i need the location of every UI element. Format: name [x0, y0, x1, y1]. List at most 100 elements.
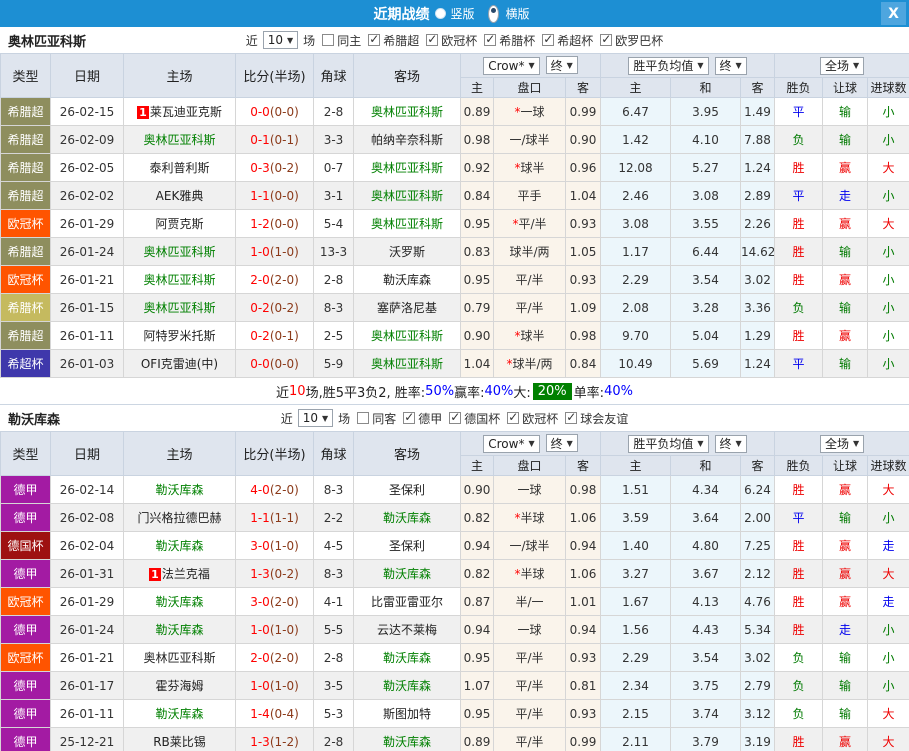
horizontal-layout-radio[interactable] [487, 4, 499, 23]
match-date: 26-02-09 [50, 125, 124, 154]
handicap-result-cell: 赢 [822, 475, 869, 504]
avg-loss-odds: 1.24 [740, 349, 776, 378]
match-date: 26-02-14 [50, 475, 124, 504]
match-row: 德甲 26-01-17 霍芬海姆 1-0(1-0) 3-5 勒沃库森 1.07 … [0, 671, 909, 700]
scope-select[interactable]: 全场 ▼ [819, 56, 865, 75]
avg-draw-odds: 6.44 [670, 237, 742, 266]
goals-result-cell: 小 [867, 181, 909, 210]
league-checkbox[interactable] [403, 410, 416, 424]
league-checkbox[interactable] [449, 410, 462, 424]
home-odds: 0.84 [460, 181, 494, 210]
team-name: 云达不莱梅 [376, 623, 437, 637]
handicap-result-cell: 输 [822, 97, 869, 126]
avg-win-odds: 1.56 [600, 615, 672, 644]
handicap-result-cell: 赢 [822, 265, 869, 294]
team-name: 奥林匹亚科斯 [143, 245, 216, 259]
home-team-cell: 奥林匹亚科斯 [123, 643, 236, 672]
same-venue-checkbox[interactable] [322, 34, 335, 46]
league-checkbox[interactable] [426, 32, 439, 46]
result-cell: 胜 [774, 265, 824, 294]
away-team-cell: 奥林匹亚科斯 [353, 321, 461, 350]
away-team-cell: 云达不莱梅 [353, 615, 461, 644]
avg-loss-odds: 2.12 [740, 559, 776, 588]
avg-loss-odds: 2.00 [740, 503, 776, 532]
avg-win-odds: 1.42 [600, 125, 672, 154]
league-type-badge: 德甲 [0, 727, 51, 751]
away-odds: 1.09 [564, 293, 602, 322]
corners-cell: 4-5 [313, 531, 354, 560]
league-label: 德国杯 [464, 411, 501, 426]
away-odds: 0.96 [564, 153, 602, 182]
league-checkbox[interactable] [507, 410, 520, 424]
stage-select[interactable]: 终 ▼ [545, 56, 578, 75]
section-team-name: 奥林匹亚科斯 [8, 34, 87, 50]
away-team-cell: 奥林匹亚科斯 [353, 181, 461, 210]
home-team-cell: 奥林匹亚科斯 [123, 293, 236, 322]
league-label: 德甲 [418, 411, 443, 426]
team-name: 阿贾克斯 [155, 217, 204, 231]
away-team-cell: 奥林匹亚科斯 [353, 349, 461, 378]
stage-select[interactable]: 终 ▼ [714, 434, 747, 453]
score-cell: 0-3(0-2) [235, 153, 314, 182]
result-cell: 负 [774, 643, 824, 672]
team-name: 勒沃库森 [382, 735, 431, 749]
match-row: 希腊超 26-02-09 奥林匹亚科斯 0-1(0-1) 3-3 帕纳辛奈科斯 … [0, 125, 909, 154]
league-checkbox[interactable] [600, 32, 613, 46]
home-odds: 0.90 [460, 475, 494, 504]
match-row: 德国杯 26-02-04 勒沃库森 3-0(1-0) 4-5 圣保利 0.94 … [0, 531, 909, 560]
team-name: 勒沃库森 [382, 273, 431, 287]
filter-bar: 近10▼场 同客 德甲德国杯欧冠杯球会友谊 [281, 409, 628, 427]
handicap-result-cell: 赢 [822, 587, 869, 616]
handicap-result-cell: 输 [822, 503, 869, 532]
bookmaker-select[interactable]: Crow* ▼ [483, 56, 540, 75]
home-team-cell: OFI克雷迪(中) [123, 349, 236, 378]
match-date: 26-02-05 [50, 153, 124, 182]
away-team-cell: 奥林匹亚科斯 [353, 153, 461, 182]
league-checkbox[interactable] [484, 32, 497, 46]
home-team-cell: 勒沃库森 [123, 587, 236, 616]
league-checkbox[interactable] [542, 32, 555, 46]
match-row: 德甲 25-12-21 RB莱比锡 1-3(1-2) 2-8 勒沃库森 0.89… [0, 727, 909, 751]
handicap: 一/球半 [493, 125, 566, 154]
chevron-down-icon: ▼ [697, 439, 704, 448]
avg-odds-select[interactable]: 胜平负均值 ▼ [628, 56, 709, 75]
score-cell: 1-4(0-4) [235, 699, 314, 728]
stage-select[interactable]: 终 ▼ [545, 434, 578, 453]
away-team-cell: 勒沃库森 [353, 559, 461, 588]
scope-select[interactable]: 全场 ▼ [819, 434, 865, 453]
league-type-badge: 欧冠杯 [0, 587, 51, 616]
same-venue-checkbox[interactable] [357, 412, 370, 424]
league-checkbox[interactable] [565, 410, 578, 424]
match-date: 26-01-17 [50, 671, 124, 700]
stage-select[interactable]: 终 ▼ [714, 56, 747, 75]
same-venue-label: 同客 [372, 411, 397, 426]
avg-win-odds: 10.49 [600, 349, 672, 378]
league-type-badge: 德甲 [0, 615, 51, 644]
corners-cell: 4-1 [313, 587, 354, 616]
team-name: 勒沃库森 [382, 511, 431, 525]
goals-result-cell: 大 [867, 153, 909, 182]
goals-result-cell: 小 [867, 615, 909, 644]
league-type-badge: 欧冠杯 [0, 265, 51, 294]
avg-odds-select[interactable]: 胜平负均值 ▼ [628, 434, 709, 453]
close-icon[interactable]: X [881, 2, 906, 25]
vertical-layout-radio[interactable] [435, 8, 447, 19]
match-count-select[interactable]: 10 ▼ [262, 31, 299, 49]
away-odds: 1.05 [564, 237, 602, 266]
match-date: 26-02-15 [50, 97, 124, 126]
result-cell: 平 [774, 181, 824, 210]
match-row: 希腊超 26-02-05 泰利普利斯 0-3(0-2) 0-7 奥林匹亚科斯 0… [0, 153, 909, 182]
handicap-result-cell: 输 [822, 699, 869, 728]
avg-loss-odds: 3.02 [740, 643, 776, 672]
match-row: 希腊超 26-01-24 奥林匹亚科斯 1-0(1-0) 13-3 沃罗斯 0.… [0, 237, 909, 266]
score-cell: 2-0(2-0) [235, 265, 314, 294]
handicap: *一球 [493, 97, 566, 126]
team-name: 勒沃库森 [382, 567, 431, 581]
away-team-cell: 斯图加特 [353, 699, 461, 728]
bookmaker-select[interactable]: Crow* ▼ [483, 434, 540, 453]
away-odds: 0.93 [564, 209, 602, 238]
match-count-select[interactable]: 10 ▼ [297, 409, 334, 427]
team-name: 奥林匹亚科斯 [370, 189, 443, 203]
goals-result-cell: 走 [867, 531, 909, 560]
league-checkbox[interactable] [368, 32, 381, 46]
